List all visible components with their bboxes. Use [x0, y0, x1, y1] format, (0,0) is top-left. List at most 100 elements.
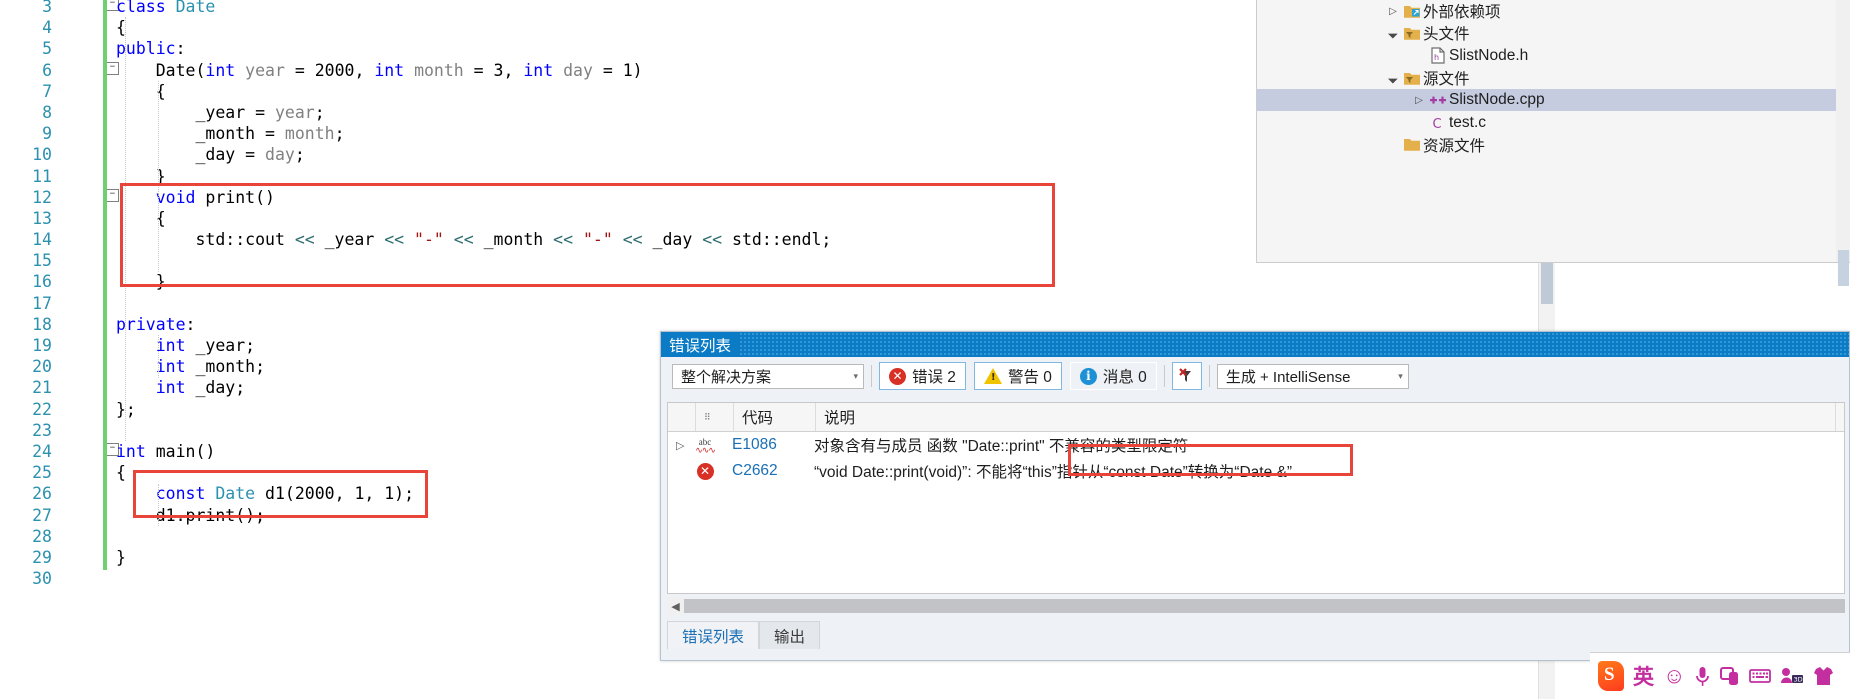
horizontal-scroll-track[interactable] [684, 599, 1845, 613]
error-description-text: 对象含有与成员 函数 "Date::print" 不兼容的类型限定符 [814, 438, 1189, 455]
solution-explorer-item-label: 外部依赖项 [1423, 4, 1501, 22]
column-header-severity[interactable]: ⠿ [696, 403, 734, 431]
error-list-table[interactable]: ⠿ 代码 说明 ▷ abc ∿∿∿ E1086 对象含有与成员 函数 "Date::prin… [667, 402, 1845, 594]
line-number: 30 [32, 569, 52, 589]
external-dependencies-folder-icon [1401, 4, 1423, 19]
code-line-text: int _day; [155, 378, 246, 398]
solution-explorer-panel[interactable]: ▷ 外部依赖项 ◢ 头文件 h SlistNode.h ◢ 源文件 ▷ SlistNode.cpp… [1256, 0, 1850, 286]
panel-tab-label: 错误列表 [682, 628, 745, 646]
toolbar-separator-2 [1163, 365, 1165, 387]
severity-counter-label: 警告 0 [1007, 369, 1052, 386]
error-list-horizontal-scrollbar[interactable]: ◀ [667, 597, 1845, 615]
line-number: 22 [32, 399, 52, 419]
scope-filter-value: 整个解决方案 [681, 368, 772, 386]
toolbar-separator-3 [1208, 365, 1210, 387]
row-code-cell[interactable]: E1086 [724, 432, 806, 458]
error-list-header-row: ⠿ 代码 说明 [668, 403, 1844, 432]
code-line-text: const Date d1(2000, 1, 1); [155, 484, 415, 504]
panel-tab-1[interactable]: 输出 [759, 621, 821, 649]
line-number: 8 [42, 102, 52, 122]
line-number: 26 [32, 484, 52, 504]
toolbar-separator [871, 365, 872, 387]
clear-filter-button[interactable] [1171, 362, 1202, 390]
emoji-icon[interactable]: ☺ [1663, 663, 1685, 689]
column-header-code[interactable]: 代码 [734, 403, 816, 431]
line-number: 21 [32, 378, 52, 398]
microphone-icon[interactable] [1694, 666, 1711, 687]
solution-explorer-item-label: test.c [1449, 113, 1487, 131]
solution-explorer-item-2[interactable]: h SlistNode.h [1257, 45, 1850, 67]
error-code-link[interactable]: E1086 [732, 436, 777, 454]
scope-filter-dropdown[interactable]: 整个解决方案 ▾ [672, 363, 864, 389]
error-list-title-bar: 错误列表 [661, 332, 1849, 357]
sogou-logo-icon[interactable] [1598, 661, 1624, 691]
keyboard-icon[interactable] [1749, 668, 1772, 684]
error-list-body[interactable]: ▷ abc ∿∿∿ E1086 对象含有与成员 函数 "Date::print" 不兼容… [668, 432, 1844, 484]
line-number: 11 [32, 166, 52, 186]
solution-explorer-item-6[interactable]: 资源文件 [1257, 134, 1850, 156]
line-number: 4 [42, 18, 52, 38]
error-list-row[interactable]: ▷ abc ∿∿∿ E1086 对象含有与成员 函数 "Date::print" 不兼容… [668, 432, 1844, 458]
scroll-left-arrow-icon[interactable]: ◀ [667, 597, 684, 615]
solution-explorer-scrollbar[interactable] [1836, 0, 1850, 286]
error-code-link[interactable]: C2662 [732, 462, 778, 480]
solution-explorer-item-label: 头文件 [1423, 26, 1470, 44]
severity-counter-warnings[interactable]: 警告 0 [973, 362, 1062, 390]
filter-folder-icon [1401, 26, 1423, 41]
line-number: 3 [42, 0, 52, 16]
error-list-row[interactable]: ✕ C2662 “void Date::print(void)”: 不能将“this… [668, 458, 1844, 484]
chinese-english-toggle-icon[interactable]: 英 [1633, 661, 1654, 691]
row-description-cell: “void Date::print(void)”: 不能将“this”指针从“c… [806, 458, 1826, 484]
line-number: 10 [32, 145, 52, 165]
3d-avatar-icon[interactable]: 3D [1780, 667, 1804, 685]
clear-filter-icon [1179, 368, 1191, 382]
line-number: 20 [32, 357, 52, 377]
solution-explorer-item-5[interactable]: Ctest.c [1257, 111, 1850, 133]
panel-tab-0[interactable]: 错误列表 [667, 621, 760, 649]
build-filter-dropdown[interactable]: 生成 + IntelliSense ▾ [1216, 363, 1409, 389]
chevron-expanded-icon[interactable]: ◢ [1383, 68, 1402, 87]
column-header-expander[interactable] [668, 403, 696, 431]
ime-toolbar[interactable]: 英 ☺ 3D [1590, 652, 1850, 699]
code-line-text: _year = year; [116, 102, 325, 122]
chevron-collapsed-icon[interactable]: ▷ [1385, 6, 1401, 17]
svg-text:C: C [1433, 117, 1442, 131]
solution-explorer-item-1[interactable]: ◢ 头文件 [1257, 22, 1850, 44]
chevron-expanded-icon[interactable]: ◢ [1383, 24, 1402, 43]
info-icon: i [1079, 367, 1097, 385]
indent-guide [158, 80, 159, 272]
column-header-description[interactable]: 说明 [816, 403, 1836, 431]
line-number: 14 [32, 230, 52, 250]
screen-share-icon[interactable] [1720, 666, 1740, 686]
editor-vertical-scrollbar-thumb[interactable] [1541, 258, 1553, 304]
error-list-toolbar[interactable]: 整个解决方案 ▾ ✕ 错误 2 警告 0 i 消息 0 生成 + IntelliSens… [661, 357, 1849, 395]
error-list-panel[interactable]: 错误列表 整个解决方案 ▾ ✕ 错误 2 警告 0 i 消息 0 生成 + Intell… [660, 331, 1850, 661]
severity-counter-messages[interactable]: i 消息 0 [1069, 362, 1157, 390]
solution-explorer-scrollbar-thumb[interactable] [1838, 250, 1849, 286]
solution-explorer-tree[interactable]: ▷ 外部依赖项 ◢ 头文件 h SlistNode.h ◢ 源文件 ▷ SlistNode.cpp… [1257, 0, 1850, 156]
row-description-cell: 对象含有与成员 函数 "Date::print" 不兼容的类型限定符 [806, 432, 1826, 458]
svg-text:3D: 3D [1794, 676, 1803, 684]
intellisense-squiggle-icon: abc ∿∿∿ [695, 436, 716, 455]
skin-shirt-icon[interactable] [1813, 666, 1834, 686]
line-number: 24 [32, 441, 52, 461]
code-line-text: std::cout << _year << "-" << _month << "… [116, 230, 832, 250]
solution-explorer-item-3[interactable]: ◢ 源文件 [1257, 67, 1850, 89]
row-expander-icon[interactable]: ▷ [668, 432, 686, 458]
indent-guide [158, 483, 159, 526]
horizontal-scroll-thumb[interactable] [684, 599, 1845, 613]
solution-explorer-item-4[interactable]: ▷ SlistNode.cpp [1257, 89, 1850, 112]
chevron-collapsed-icon[interactable]: ▷ [1411, 95, 1427, 106]
severity-counter-errors[interactable]: ✕ 错误 2 [879, 362, 966, 390]
error-description-text: “void Date::print(void)”: 不能将“this”指针从“c… [814, 464, 1293, 481]
line-number: 12 [32, 187, 52, 207]
bottom-panel-tabs[interactable]: 错误列表 输出 [667, 619, 821, 649]
row-code-cell[interactable]: C2662 [724, 458, 806, 484]
indent-guide [125, 17, 126, 442]
row-severity-cell: abc ∿∿∿ [686, 432, 724, 458]
row-severity-cell: ✕ [686, 458, 724, 484]
severity-counters[interactable]: ✕ 错误 2 警告 0 i 消息 0 [879, 362, 1157, 390]
code-line-text: int _month; [155, 357, 266, 377]
solution-explorer-item-0[interactable]: ▷ 外部依赖项 [1257, 0, 1850, 22]
line-number: 18 [32, 314, 52, 334]
